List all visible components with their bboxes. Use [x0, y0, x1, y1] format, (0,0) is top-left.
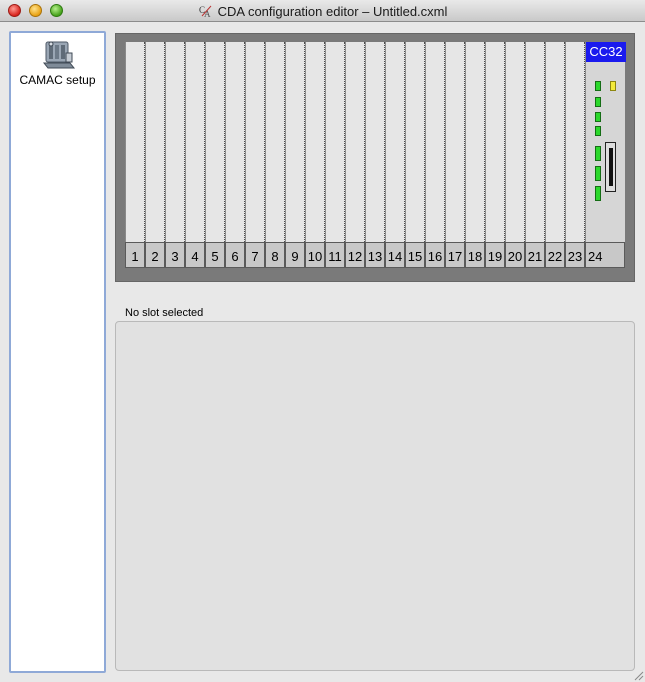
crate-slot-4[interactable] — [185, 42, 205, 242]
status-led-icon — [595, 146, 601, 161]
crate-slot-15[interactable] — [405, 42, 425, 242]
slot-number-7[interactable]: 7 — [245, 242, 265, 268]
crate-slot-18[interactable] — [465, 42, 485, 242]
crate-slot-2[interactable] — [145, 42, 165, 242]
crate-slot-1[interactable] — [125, 42, 145, 242]
window-title-group: C A CDA configuration editor – Untitled.… — [0, 3, 645, 20]
crate-slot-12[interactable] — [345, 42, 365, 242]
status-led-icon — [610, 81, 616, 91]
slot-number-22[interactable]: 22 — [545, 242, 565, 268]
slot-number-20[interactable]: 20 — [505, 242, 525, 268]
slot-number-4[interactable]: 4 — [185, 242, 205, 268]
sidebar-item-camac-setup[interactable]: CAMAC setup — [11, 39, 104, 91]
status-led-icon — [595, 186, 601, 201]
controller-label: CC32 — [586, 42, 626, 62]
resize-grip-icon[interactable] — [632, 669, 644, 681]
crate-slot-11[interactable] — [325, 42, 345, 242]
status-led-icon — [595, 112, 601, 122]
crate-slot-6[interactable] — [225, 42, 245, 242]
slot-number-21[interactable]: 21 — [525, 242, 545, 268]
slot-number-23[interactable]: 23 — [565, 242, 585, 268]
slot-number-18[interactable]: 18 — [465, 242, 485, 268]
crate-slot-7[interactable] — [245, 42, 265, 242]
slot-number-3[interactable]: 3 — [165, 242, 185, 268]
slot-number-9[interactable]: 9 — [285, 242, 305, 268]
crate-slot-16[interactable] — [425, 42, 445, 242]
sidebar: CAMAC setup — [9, 31, 106, 673]
crate-slot-10[interactable] — [305, 42, 325, 242]
slot-number-19[interactable]: 19 — [485, 242, 505, 268]
slot-number-14[interactable]: 14 — [385, 242, 405, 268]
slot-number-17[interactable]: 17 — [445, 242, 465, 268]
crate-slot-13[interactable] — [365, 42, 385, 242]
slot-number-15[interactable]: 15 — [405, 242, 425, 268]
camac-crate: CC32 24 1 2 3 4 5 6 7 8 9 10 11 12 13 14 15 16 17 18 19 20 2… — [125, 42, 626, 268]
slot-number-6[interactable]: 6 — [225, 242, 245, 268]
crate-slot-19[interactable] — [485, 42, 505, 242]
crate-slot-14[interactable] — [385, 42, 405, 242]
controller-module-cc32[interactable]: CC32 — [585, 42, 626, 242]
crate-slot-22[interactable] — [545, 42, 565, 242]
slot-number-8[interactable]: 8 — [265, 242, 285, 268]
crate-slot-9[interactable] — [285, 42, 305, 242]
window-title: CDA configuration editor – Untitled.cxml — [217, 3, 448, 19]
slot-number-11[interactable]: 11 — [325, 242, 345, 268]
status-led-icon — [595, 81, 601, 91]
slot-number-2[interactable]: 2 — [145, 242, 165, 268]
slot-number-16[interactable]: 16 — [425, 242, 445, 268]
crate-slot-5[interactable] — [205, 42, 225, 242]
connector-icon — [605, 142, 616, 192]
slot-number-1[interactable]: 1 — [125, 242, 145, 268]
crate-slot-23[interactable] — [565, 42, 585, 242]
crate-slot-17[interactable] — [445, 42, 465, 242]
camac-crate-icon — [40, 39, 76, 71]
document-proxy-icon[interactable]: C A — [198, 3, 214, 19]
status-led-icon — [595, 126, 601, 136]
slot-number-5[interactable]: 5 — [205, 242, 225, 268]
slot-number-10[interactable]: 10 — [305, 242, 325, 268]
crate-slot-20[interactable] — [505, 42, 525, 242]
slot-number-12[interactable]: 12 — [345, 242, 365, 268]
crate-slot-8[interactable] — [265, 42, 285, 242]
slot-number-24[interactable]: 24 — [585, 242, 625, 268]
slot-number-13[interactable]: 13 — [365, 242, 385, 268]
sidebar-item-label: CAMAC setup — [19, 73, 96, 87]
title-bar: C A CDA configuration editor – Untitled.… — [0, 0, 645, 22]
status-led-icon — [595, 166, 601, 181]
crate-slot-3[interactable] — [165, 42, 185, 242]
crate-slot-21[interactable] — [525, 42, 545, 242]
slot-status-label: No slot selected — [125, 307, 204, 319]
status-led-icon — [595, 97, 601, 107]
slot-details-panel — [115, 321, 635, 671]
